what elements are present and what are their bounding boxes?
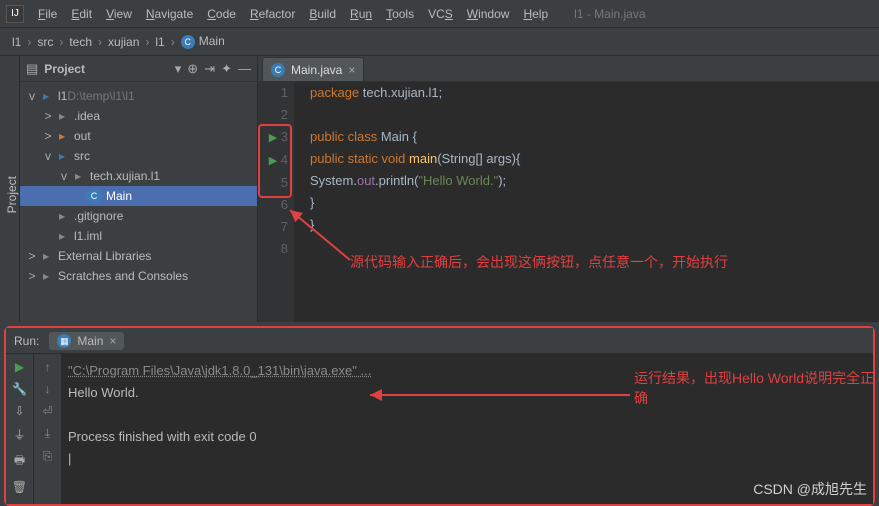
- chevron-right-icon: ›: [57, 35, 65, 49]
- app-icon: IJ: [6, 5, 24, 23]
- chevron-right-icon: ›: [96, 35, 104, 49]
- menu-item[interactable]: Build: [303, 4, 342, 24]
- crumb[interactable]: l1: [151, 35, 168, 49]
- menu-item[interactable]: Code: [201, 4, 242, 24]
- run-gutter-icon[interactable]: ▶: [269, 132, 277, 144]
- caret-line: |: [68, 448, 867, 470]
- run-header: Run: ▦ Main ×: [6, 328, 873, 354]
- tree-item[interactable]: v▸tech.xujian.l1: [20, 166, 257, 186]
- run-command: "C:\Program Files\Java\jdk1.8.0_131\bin\…: [68, 360, 867, 382]
- top-menu-bar: IJ FileEditViewNavigateCodeRefactorBuild…: [0, 0, 879, 28]
- project-pane-header: ▤ Project ▾ ⊕ ⇥ ✦ —: [20, 56, 257, 82]
- scroll-icon[interactable]: ⤓: [45, 426, 50, 441]
- exit-line: Process finished with exit code 0: [68, 426, 867, 448]
- run-gutter-icon[interactable]: ▶: [269, 155, 277, 167]
- project-pane-title: Project: [44, 62, 168, 76]
- rerun-icon[interactable]: ▶: [15, 360, 24, 374]
- editor-tabs: C Main.java ×: [258, 56, 879, 82]
- menu-item[interactable]: View: [100, 4, 138, 24]
- tree-item[interactable]: ▸l1.iml: [20, 226, 257, 246]
- menu-item[interactable]: Navigate: [140, 4, 199, 24]
- menu-item[interactable]: Help: [517, 4, 554, 24]
- code-area[interactable]: 12▶ 3▶ 45678 package tech.xujian.l1; pub…: [258, 82, 879, 322]
- close-icon[interactable]: ×: [109, 334, 116, 348]
- class-icon: ▦: [57, 334, 71, 348]
- tab-label: Main.java: [291, 63, 342, 77]
- run-tool-window: Run: ▦ Main × ▶ 🔧 ⇩ ⏚ 🖶 🗑 ↑ ↓ ⏎ ⤓ ⎘ "C:\…: [4, 326, 875, 506]
- tree-item[interactable]: ▸.gitignore: [20, 206, 257, 226]
- chevron-right-icon: ›: [143, 35, 151, 49]
- crumb[interactable]: l1: [8, 35, 25, 49]
- window-title: l1 - Main.java: [574, 7, 645, 21]
- pane-dropdown-icon[interactable]: ▾: [175, 61, 182, 77]
- locate-icon[interactable]: ⊕: [187, 61, 198, 77]
- editor-tab-main[interactable]: C Main.java ×: [262, 57, 364, 81]
- project-pane: ▤ Project ▾ ⊕ ⇥ ✦ — v▸l1 D:\temp\l1\l1>▸…: [20, 56, 258, 322]
- crumb[interactable]: src: [33, 35, 57, 49]
- project-tree[interactable]: v▸l1 D:\temp\l1\l1>▸.idea>▸outv▸srcv▸tec…: [20, 82, 257, 322]
- run-toolbar: ▶ 🔧 ⇩ ⏚ 🖶 🗑: [6, 354, 34, 504]
- menu-item[interactable]: File: [32, 4, 63, 24]
- crumb[interactable]: tech: [65, 35, 96, 49]
- menu-item[interactable]: Window: [461, 4, 516, 24]
- wrap-icon[interactable]: ⏎: [42, 404, 52, 418]
- editor: C Main.java × 12▶ 3▶ 45678 package tech.…: [258, 56, 879, 322]
- filter-icon[interactable]: ⏚: [13, 426, 25, 443]
- tree-item[interactable]: CMain: [20, 186, 257, 206]
- tree-item[interactable]: >▸out: [20, 126, 257, 146]
- hide-icon[interactable]: —: [238, 61, 251, 76]
- watermark: CSDN @成旭先生: [753, 479, 867, 499]
- tree-item[interactable]: >▸External Libraries: [20, 246, 257, 266]
- menu-item[interactable]: Edit: [65, 4, 98, 24]
- up-arrow-icon[interactable]: ↑: [45, 360, 51, 374]
- collapse-icon[interactable]: ⇥: [204, 61, 215, 77]
- crumb[interactable]: xujian: [104, 35, 143, 49]
- down-arrow-icon[interactable]: ↓: [45, 382, 51, 396]
- stdout-line: Hello World.: [68, 382, 867, 404]
- run-subtoolbar: ↑ ↓ ⏎ ⤓ ⎘: [34, 354, 62, 504]
- crumb-class[interactable]: CMain: [177, 34, 229, 49]
- menu-item[interactable]: Run: [344, 4, 378, 24]
- breadcrumb: l1›src›tech›xujian›l1›CMain: [0, 28, 879, 56]
- close-icon[interactable]: ×: [348, 63, 355, 77]
- run-tab-main[interactable]: ▦ Main ×: [49, 332, 124, 350]
- tree-item[interactable]: >▸Scratches and Consoles: [20, 266, 257, 286]
- wrench-icon[interactable]: 🔧: [12, 382, 27, 396]
- print-icon[interactable]: 🖶: [14, 451, 25, 472]
- chevron-right-icon: ›: [169, 35, 177, 49]
- menu-item[interactable]: VCS: [422, 4, 459, 24]
- run-title: Run:: [14, 334, 39, 348]
- tree-item[interactable]: v▸src: [20, 146, 257, 166]
- project-view-icon[interactable]: ▤: [26, 61, 38, 77]
- project-tool-tab[interactable]: Project: [0, 56, 20, 322]
- menu-item[interactable]: Refactor: [244, 4, 301, 24]
- run-tab-label: Main: [77, 334, 103, 348]
- code-content[interactable]: package tech.xujian.l1; public class Mai…: [294, 82, 879, 322]
- down-icon[interactable]: ⇩: [14, 404, 24, 418]
- settings-icon[interactable]: ✦: [221, 61, 232, 77]
- class-icon: C: [271, 63, 285, 77]
- chevron-right-icon: ›: [25, 35, 33, 49]
- export-icon[interactable]: ⎘: [43, 449, 53, 464]
- tree-item[interactable]: v▸l1 D:\temp\l1\l1: [20, 86, 257, 106]
- tree-item[interactable]: >▸.idea: [20, 106, 257, 126]
- main-menu: FileEditViewNavigateCodeRefactorBuildRun…: [32, 4, 554, 24]
- gutter[interactable]: 12▶ 3▶ 45678: [258, 82, 294, 322]
- delete-icon[interactable]: 🗑: [12, 480, 27, 494]
- console-output[interactable]: "C:\Program Files\Java\jdk1.8.0_131\bin\…: [62, 354, 873, 504]
- menu-item[interactable]: Tools: [380, 4, 420, 24]
